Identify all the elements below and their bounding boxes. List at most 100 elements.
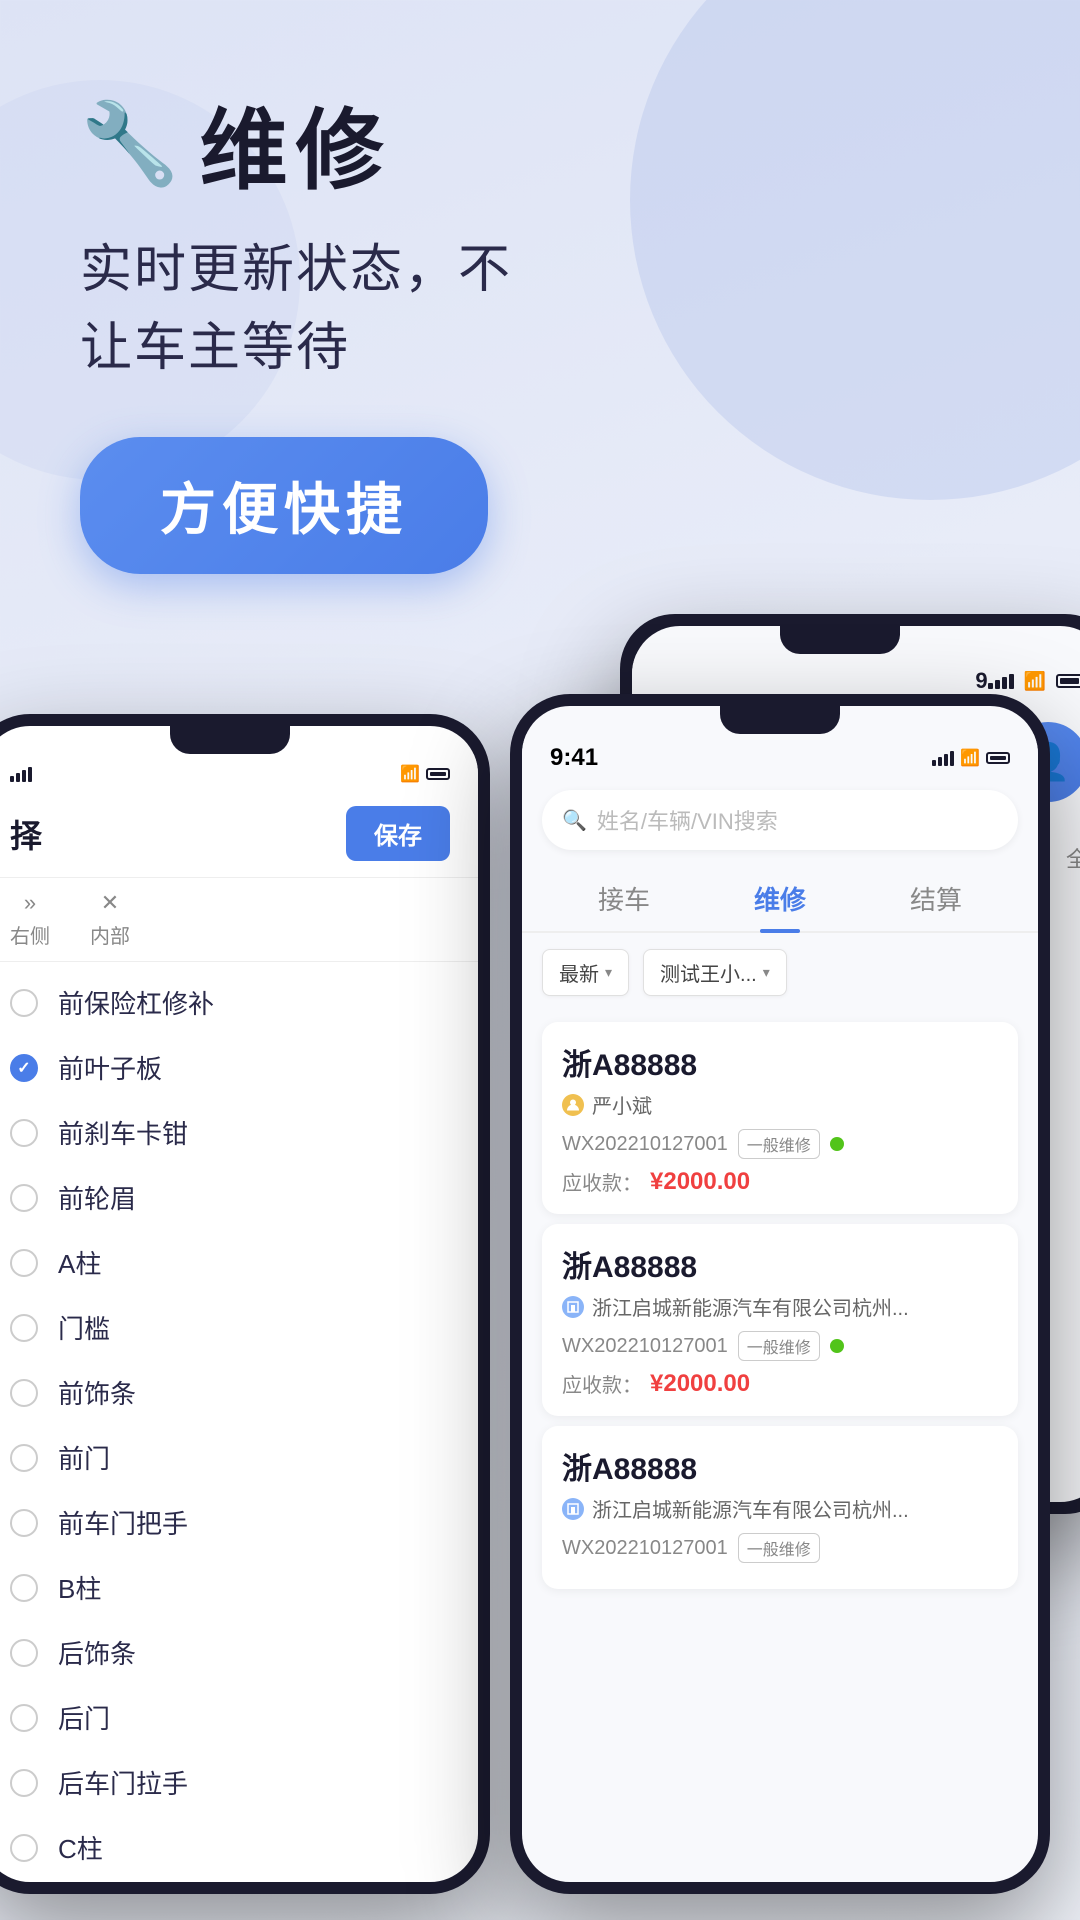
- side-tab-interior-label: 内部: [90, 920, 130, 949]
- part-name: 前饰条: [58, 1374, 136, 1411]
- order-row-2: WX202210127001 一般维修: [562, 1331, 998, 1361]
- owner-name-1: 严小斌: [592, 1090, 652, 1119]
- center-wifi-icon: 📶: [960, 748, 980, 768]
- part-name: 前保险杠修补: [58, 984, 214, 1021]
- owner-icon-3: [562, 1498, 584, 1520]
- list-item[interactable]: 前叶子板: [0, 1035, 478, 1100]
- radio-unchecked[interactable]: [10, 1444, 38, 1472]
- radio-unchecked[interactable]: [10, 1704, 38, 1732]
- app-title: 维修: [200, 80, 392, 207]
- radio-unchecked[interactable]: [10, 1249, 38, 1277]
- radio-unchecked[interactable]: [10, 1314, 38, 1342]
- right-status-icons: 📶: [988, 671, 1080, 692]
- list-item[interactable]: 前门: [0, 1425, 478, 1490]
- list-item[interactable]: 门槛: [0, 1295, 478, 1360]
- repair-card-2[interactable]: 浙A88888 浙江启城新能源汽车有限公司杭州... WX20221012700…: [542, 1224, 1018, 1416]
- center-status-icons: 📶: [932, 748, 1010, 768]
- amount-row-1: 应收款： ¥2000.00: [562, 1167, 998, 1196]
- tab-weixiu[interactable]: 维修: [702, 870, 858, 931]
- list-item[interactable]: 前刹车卡钳: [0, 1100, 478, 1165]
- amount-label-2: 应收款：: [562, 1369, 642, 1398]
- list-item[interactable]: B柱: [0, 1555, 478, 1620]
- radio-unchecked[interactable]: [10, 1639, 38, 1667]
- list-item[interactable]: C柱: [0, 1815, 478, 1880]
- filter-latest[interactable]: 最新 ▾: [542, 949, 629, 996]
- list-item[interactable]: 后车门拉手: [0, 1750, 478, 1815]
- radio-checked[interactable]: [10, 1054, 38, 1082]
- center-phone-notch: [720, 706, 840, 734]
- sig-4: [28, 767, 32, 782]
- list-item[interactable]: A柱: [0, 1230, 478, 1295]
- part-name: A柱: [58, 1244, 101, 1281]
- owner-row-3: 浙江启城新能源汽车有限公司杭州...: [562, 1494, 998, 1523]
- left-battery-fill: [430, 772, 446, 776]
- center-status-bar: 9:41 📶: [522, 734, 1038, 780]
- owner-row-2: 浙江启城新能源汽车有限公司杭州...: [562, 1292, 998, 1321]
- plate-1: 浙A88888: [562, 1040, 998, 1084]
- wrench-icon: 🔧: [80, 104, 180, 184]
- radio-unchecked[interactable]: [10, 1184, 38, 1212]
- search-icon: 🔍: [562, 808, 587, 833]
- status-dot-2: [830, 1339, 844, 1353]
- radio-unchecked[interactable]: [10, 1574, 38, 1602]
- list-item[interactable]: 前保险杠修补: [0, 970, 478, 1035]
- radio-unchecked[interactable]: [10, 1509, 38, 1537]
- part-name: 门槛: [58, 1309, 110, 1346]
- sig-1: [10, 776, 14, 782]
- filter-latest-label: 最新: [559, 958, 599, 987]
- amount-label-1: 应收款：: [562, 1167, 642, 1196]
- tab-jieche[interactable]: 接车: [546, 870, 702, 931]
- c-sig-4: [950, 751, 954, 766]
- owner-name-3: 浙江启城新能源汽车有限公司杭州...: [592, 1494, 909, 1523]
- amount-row-2: 应收款： ¥2000.00: [562, 1369, 998, 1398]
- left-signal-bars: [10, 767, 32, 782]
- signal-bar-2: [995, 680, 1000, 689]
- repair-card-3[interactable]: 浙A88888 浙江启城新能源汽车有限公司杭州... WX20221012700…: [542, 1426, 1018, 1589]
- list-item[interactable]: 后饰条: [0, 1620, 478, 1685]
- status-dot-1: [830, 1137, 844, 1151]
- battery-fill: [1060, 678, 1079, 684]
- center-battery-fill: [990, 756, 1006, 760]
- signal-bar-1: [988, 683, 993, 689]
- radio-unchecked[interactable]: [10, 989, 38, 1017]
- search-bar[interactable]: 🔍 姓名/车辆/VIN搜索: [542, 790, 1018, 850]
- hero-subtitle: 实时更新状态，不 让车主等待: [80, 231, 1020, 387]
- company-icon-3: [566, 1502, 580, 1516]
- list-item[interactable]: 后轮毂: [0, 1880, 478, 1882]
- right-status-time: 9: [975, 668, 987, 694]
- left-status-bar: 📶: [0, 754, 478, 790]
- x-icon: ✕: [101, 890, 119, 916]
- side-tab-interior[interactable]: ✕ 内部: [90, 890, 130, 949]
- part-name: 后门: [58, 1699, 110, 1736]
- phone-center-mockup: 9:41 📶 🔍 姓名/车辆/VIN搜索: [510, 694, 1050, 1894]
- radio-unchecked[interactable]: [10, 1769, 38, 1797]
- side-tab-right[interactable]: » 右侧: [10, 890, 50, 949]
- tab-bar: 接车 维修 结算: [522, 860, 1038, 933]
- radio-unchecked[interactable]: [10, 1379, 38, 1407]
- tab-jiesuan[interactable]: 结算: [858, 870, 1014, 931]
- plate-2: 浙A88888: [562, 1242, 998, 1286]
- tag-badge-3: 一般维修: [738, 1533, 820, 1563]
- left-phone-header: 择 保存: [0, 790, 478, 878]
- owner-icon-2: [562, 1296, 584, 1318]
- list-item[interactable]: 前车门把手: [0, 1490, 478, 1555]
- c-sig-3: [944, 754, 948, 766]
- repair-card-1[interactable]: 浙A88888 严小斌 WX202210127001 一般维修: [542, 1022, 1018, 1214]
- list-item[interactable]: 前轮眉: [0, 1165, 478, 1230]
- left-header-title: 择: [10, 811, 42, 857]
- signal-bar-4: [1009, 674, 1014, 689]
- part-name: 前轮眉: [58, 1179, 136, 1216]
- signal-bar-3: [1002, 677, 1007, 689]
- save-button[interactable]: 保存: [346, 806, 450, 861]
- list-item[interactable]: 后门: [0, 1685, 478, 1750]
- center-status-time: 9:41: [550, 744, 598, 772]
- cta-button[interactable]: 方便快捷: [80, 437, 488, 574]
- radio-unchecked[interactable]: [10, 1834, 38, 1862]
- part-name: B柱: [58, 1569, 101, 1606]
- radio-unchecked[interactable]: [10, 1119, 38, 1147]
- hero-title-row: 🔧 维修: [80, 80, 1020, 207]
- list-item[interactable]: 前饰条: [0, 1360, 478, 1425]
- filter-staff[interactable]: 测试王小... ▾: [643, 949, 787, 996]
- hero-section: 🔧 维修 实时更新状态，不 让车主等待 方便快捷: [0, 0, 1080, 634]
- left-phone-notch: [170, 726, 290, 754]
